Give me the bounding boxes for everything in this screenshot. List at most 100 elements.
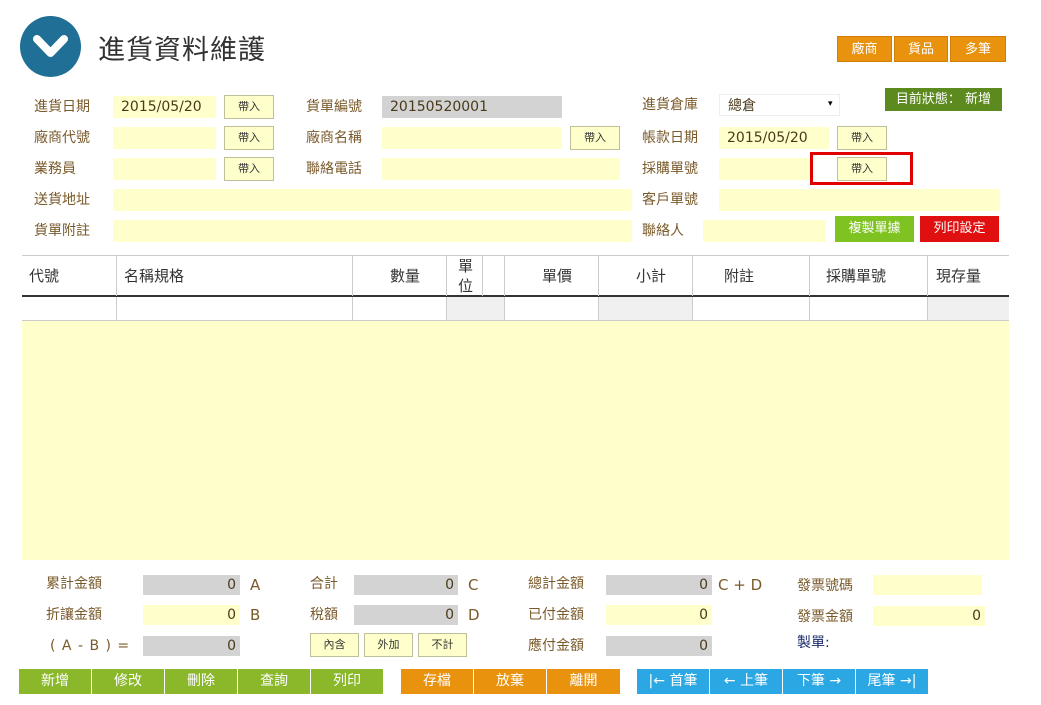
column-stock[interactable]: 現存量 bbox=[928, 256, 1009, 296]
po-no-label: 採購單號 bbox=[642, 161, 698, 177]
tax-suffix: D bbox=[468, 606, 480, 624]
contact-label: 聯絡人 bbox=[642, 223, 684, 239]
exit-button[interactable]: 離開 bbox=[547, 669, 620, 694]
print-settings-button[interactable]: 列印設定 bbox=[920, 216, 999, 242]
vendor-name-label: 廠商名稱 bbox=[306, 130, 362, 146]
total-suffix: C bbox=[468, 576, 479, 594]
customer-no-field[interactable] bbox=[719, 189, 1000, 211]
edit-button[interactable]: 修改 bbox=[92, 669, 165, 694]
next-record-button[interactable]: 下筆 → bbox=[783, 669, 856, 694]
delivery-address-field[interactable] bbox=[113, 189, 632, 211]
total-field: 0 bbox=[354, 575, 458, 595]
delivery-address-label: 送貨地址 bbox=[34, 192, 90, 208]
warehouse-label: 進貨倉庫 bbox=[642, 97, 698, 113]
contact-field[interactable] bbox=[703, 220, 826, 242]
purchase-date-field[interactable]: 2015/05/20 bbox=[113, 96, 216, 118]
purchase-date-label: 進貨日期 bbox=[34, 99, 90, 115]
cell-po-no[interactable] bbox=[810, 297, 928, 320]
tax-excluded-button[interactable]: 外加 bbox=[364, 633, 413, 657]
customer-no-label: 客戶單號 bbox=[642, 192, 698, 208]
vendor-code-label: 廠商代號 bbox=[34, 130, 90, 146]
tax-included-button[interactable]: 內含 bbox=[310, 633, 359, 657]
billing-date-field[interactable]: 2015/05/20 bbox=[719, 127, 829, 149]
column-quantity[interactable]: 數量 bbox=[353, 256, 447, 296]
items-grid: 代號 名稱規格 數量 單位 單價 小計 附註 採購單號 現存量 bbox=[22, 255, 1009, 560]
note-field[interactable] bbox=[113, 220, 632, 242]
invoice-no-label: 發票號碼 bbox=[797, 578, 853, 594]
paid-amount-field[interactable]: 0 bbox=[606, 605, 712, 625]
phone-field[interactable] bbox=[382, 158, 620, 180]
chevron-down-icon bbox=[33, 35, 68, 57]
add-button[interactable]: 新增 bbox=[19, 669, 92, 694]
discount-field[interactable]: 0 bbox=[143, 605, 240, 625]
page-title: 進貨資料維護 bbox=[98, 35, 266, 66]
maker-label: 製單: bbox=[797, 635, 830, 651]
total-label: 合計 bbox=[310, 576, 338, 592]
order-no-label: 貨單編號 bbox=[306, 99, 362, 115]
billing-date-import-button[interactable]: 帶入 bbox=[837, 126, 887, 150]
invoice-amount-label: 發票金額 bbox=[797, 609, 853, 625]
po-no-field[interactable] bbox=[719, 158, 810, 180]
status-badge: 目前狀態： 新增 bbox=[885, 88, 1002, 111]
cell-unit bbox=[447, 297, 505, 320]
vendor-button[interactable]: 廠商 bbox=[837, 36, 892, 62]
vendor-name-field[interactable] bbox=[382, 127, 562, 149]
column-code[interactable]: 代號 bbox=[22, 256, 117, 296]
goods-button[interactable]: 貨品 bbox=[894, 36, 948, 62]
order-no-field[interactable]: 20150520001 bbox=[382, 96, 562, 118]
vendor-code-import-button[interactable]: 帶入 bbox=[224, 126, 274, 150]
cell-name-spec[interactable] bbox=[117, 297, 353, 320]
a-minus-b-label: ( A - B ) = bbox=[50, 638, 131, 654]
grid-header: 代號 名稱規格 數量 單位 單價 小計 附註 採購單號 現存量 bbox=[22, 255, 1009, 297]
billing-date-label: 帳款日期 bbox=[642, 130, 698, 146]
column-name-spec[interactable]: 名稱規格 bbox=[117, 256, 353, 296]
cell-subtotal bbox=[599, 297, 693, 320]
paid-amount-label: 已付金額 bbox=[528, 607, 584, 623]
grand-total-label: 總計金額 bbox=[528, 576, 584, 592]
note-label: 貨單附註 bbox=[34, 223, 90, 239]
discount-suffix: B bbox=[250, 606, 261, 624]
app-logo bbox=[20, 16, 81, 77]
invoice-amount-field[interactable]: 0 bbox=[873, 606, 985, 626]
salesperson-field[interactable] bbox=[113, 158, 216, 180]
a-minus-b-field: 0 bbox=[143, 636, 240, 656]
delete-button[interactable]: 刪除 bbox=[165, 669, 238, 694]
save-button[interactable]: 存檔 bbox=[401, 669, 474, 694]
column-subtotal[interactable]: 小計 bbox=[599, 256, 693, 296]
cell-code[interactable] bbox=[22, 297, 117, 320]
column-unit-price[interactable]: 單價 bbox=[505, 256, 599, 296]
tax-field: 0 bbox=[354, 605, 458, 625]
warehouse-select[interactable]: 總倉 bbox=[719, 94, 840, 116]
column-note[interactable]: 附註 bbox=[693, 256, 810, 296]
vendor-name-import-button[interactable]: 帶入 bbox=[570, 126, 620, 150]
salesperson-import-button[interactable]: 帶入 bbox=[224, 157, 274, 181]
invoice-no-field[interactable] bbox=[873, 575, 982, 595]
vendor-code-field[interactable] bbox=[113, 127, 216, 149]
dropdown-arrow-icon[interactable]: ▾ bbox=[828, 99, 833, 109]
previous-record-button[interactable]: ← 上筆 bbox=[710, 669, 783, 694]
discard-button[interactable]: 放棄 bbox=[474, 669, 547, 694]
grand-total-suffix: C + D bbox=[718, 576, 763, 594]
first-record-button[interactable]: |← 首筆 bbox=[637, 669, 710, 694]
grand-total-field: 0 bbox=[606, 575, 712, 595]
cell-unit-price[interactable] bbox=[505, 297, 599, 320]
purchase-date-import-button[interactable]: 帶入 bbox=[224, 95, 274, 119]
salesperson-label: 業務員 bbox=[34, 161, 76, 177]
tax-none-button[interactable]: 不計 bbox=[418, 633, 467, 657]
last-record-button[interactable]: 尾筆 →| bbox=[856, 669, 928, 694]
cell-quantity[interactable] bbox=[353, 297, 447, 320]
amount-due-label: 應付金額 bbox=[528, 638, 584, 654]
cum-amount-suffix: A bbox=[250, 576, 261, 594]
column-unit-cell bbox=[447, 256, 505, 296]
cell-note[interactable] bbox=[693, 297, 810, 320]
column-po-no[interactable]: 採購單號 bbox=[810, 256, 928, 296]
print-button[interactable]: 列印 bbox=[311, 669, 383, 694]
query-button[interactable]: 查詢 bbox=[238, 669, 311, 694]
copy-document-button[interactable]: 複製單據 bbox=[835, 216, 914, 242]
multi-record-button[interactable]: 多筆 bbox=[950, 36, 1006, 62]
cum-amount-label: 累計金額 bbox=[46, 576, 102, 592]
table-row[interactable] bbox=[22, 297, 1009, 321]
cell-stock bbox=[928, 297, 1009, 320]
highlight-box bbox=[810, 152, 913, 185]
tax-label: 稅額 bbox=[310, 607, 338, 623]
